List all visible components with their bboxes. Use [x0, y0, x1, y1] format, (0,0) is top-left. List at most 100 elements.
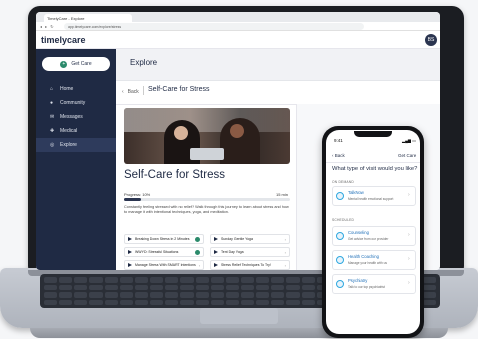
chevron-right-icon: ›: [408, 232, 410, 238]
browser-tab[interactable]: TimelyCare - Explore: [44, 14, 132, 22]
keyboard-key: [286, 284, 300, 290]
keyboard-key: [240, 277, 255, 283]
keyboard-key: [422, 277, 436, 283]
phone-back-button[interactable]: ‹ Back: [332, 153, 345, 158]
home-icon: ⌂: [50, 86, 54, 92]
sidebar-item-community[interactable]: ● Community: [36, 96, 116, 110]
keyboard-key: [89, 292, 103, 298]
play-icon: [214, 263, 218, 267]
journey-item[interactable]: WWYD: Stressful Situations: [124, 247, 204, 257]
counseling-icon: [336, 232, 344, 240]
address-bar[interactable]: app.timelycare.com/explore/stress: [64, 23, 364, 30]
sidebar-item-home[interactable]: ⌂ Home: [36, 82, 116, 96]
keyboard-key: [165, 292, 179, 298]
keyboard-key: [286, 299, 300, 305]
keyboard-key: [256, 284, 270, 290]
keyboard-key: [134, 299, 149, 305]
title-divider: [143, 86, 144, 95]
check-icon: [195, 236, 200, 242]
keyboard-key: [119, 292, 133, 298]
keyboard-key: [180, 292, 194, 298]
signal-battery-icon: ▂▄▆ ▭: [402, 138, 416, 143]
keyboard-key: [301, 277, 315, 283]
keyboard-key: [59, 299, 73, 305]
keyboard-key: [195, 299, 209, 305]
trackpad: [200, 308, 278, 324]
visit-card-title: Psychiatry: [348, 278, 368, 283]
keyboard-key: [256, 299, 270, 305]
hero-image: [124, 108, 290, 164]
get-care-button[interactable]: + Get Care: [42, 57, 110, 71]
sidebar-item-explore[interactable]: ◎ Explore: [36, 138, 116, 152]
keyboard-key: [225, 299, 239, 305]
visit-card-health-coaching[interactable]: [332, 250, 416, 270]
avatar[interactable]: BS: [425, 34, 437, 46]
keyboard-key: [240, 292, 255, 298]
keyboard-key: [422, 284, 436, 290]
visit-card-title: Health Coaching: [348, 254, 379, 259]
keyboard-key: [210, 284, 224, 290]
keyboard-key: [271, 292, 285, 298]
check-icon: [195, 249, 200, 255]
visit-card-title: TalkNow: [348, 190, 364, 195]
keyboard-key: [240, 284, 255, 290]
keyboard-key: [104, 284, 118, 290]
progress-time: 15 min: [276, 192, 289, 197]
journey-item[interactable]: Tent Day Yoga ›: [210, 247, 290, 257]
keyboard-key: [150, 284, 164, 290]
timelycare-logo[interactable]: timelycare: [41, 35, 86, 45]
progress-track: [124, 198, 290, 201]
chevron-right-icon: ›: [284, 236, 286, 242]
health-coaching-icon: [336, 256, 344, 264]
chevron-right-icon: ›: [408, 280, 410, 286]
section-title: Explore: [130, 58, 158, 67]
keyboard-key: [44, 277, 58, 283]
keyboard-key: [150, 299, 164, 305]
visit-card-subtitle: Get advice from our provider: [348, 237, 389, 241]
visit-card-psychiatry[interactable]: [332, 274, 416, 294]
visit-card-talknow[interactable]: [332, 186, 416, 206]
browser-nav-icons[interactable]: ◂ ▸ ↻: [40, 24, 60, 29]
page-title: Self-Care for Stress: [148, 86, 210, 93]
messages-icon: ✉: [50, 114, 55, 120]
keyboard-key: [271, 277, 285, 283]
visit-card-subtitle: Talk to our top psychiatrist: [348, 285, 385, 289]
keyboard-key: [89, 284, 103, 290]
keyboard-key: [301, 284, 315, 290]
keyboard-key: [104, 292, 118, 298]
keyboard-key: [256, 277, 270, 283]
keyboard-key: [134, 284, 149, 290]
keyboard-key: [165, 299, 179, 305]
progress-fill: [124, 198, 141, 201]
community-icon: ●: [50, 100, 54, 106]
phone-get-care-link[interactable]: Get Care: [398, 153, 416, 158]
journey-item[interactable]: Manage Stress With SMART Intentions ›: [124, 260, 204, 270]
keyboard-key: [150, 277, 164, 283]
journey-item[interactable]: Stress Relief Techniques To Try! ›: [210, 260, 290, 270]
keyboard-key: [225, 284, 239, 290]
keyboard-key: [89, 299, 103, 305]
sidebar-item-medical[interactable]: ✚ Medical: [36, 124, 116, 138]
keyboard-key: [225, 292, 239, 298]
journey-item[interactable]: Sunday Gentle Yoga ›: [210, 234, 290, 244]
keyboard-key: [150, 292, 164, 298]
chevron-right-icon: ›: [284, 262, 286, 268]
chevron-right-icon: ›: [198, 262, 201, 268]
keyboard-key: [210, 277, 224, 283]
keyboard-key: [240, 299, 255, 305]
chevron-right-icon: ›: [284, 249, 286, 255]
sidebar-item-messages[interactable]: ✉ Messages: [36, 110, 116, 124]
keyboard-key: [256, 292, 270, 298]
keyboard-key: [104, 277, 118, 283]
visit-card-counseling[interactable]: [332, 226, 416, 246]
phone-notch: [354, 131, 392, 137]
medical-icon: ✚: [50, 128, 55, 134]
keyboard-key: [180, 284, 194, 290]
keyboard-key: [210, 299, 224, 305]
keyboard-key: [271, 284, 285, 290]
keyboard-key: [195, 277, 209, 283]
journey-item[interactable]: Breaking Down Stress in 2 Minutes: [124, 234, 204, 244]
keyboard-key: [119, 284, 133, 290]
keyboard-key: [422, 292, 436, 298]
visit-card-subtitle: Manage your health with us: [348, 261, 387, 265]
